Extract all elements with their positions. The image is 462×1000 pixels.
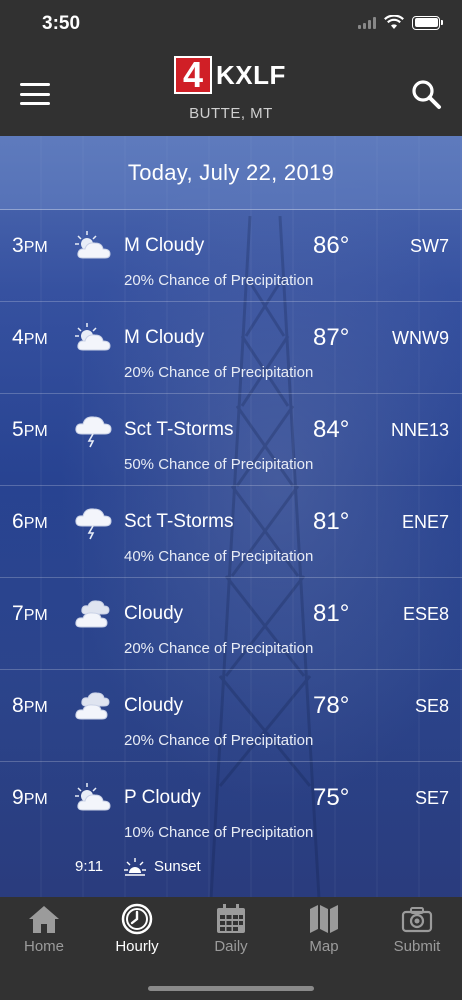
forecast-precipitation: 20% Chance of Precipitation	[124, 732, 314, 749]
tab-home[interactable]: Home	[0, 903, 90, 959]
forecast-time: 7PM	[12, 602, 48, 625]
location-label: BUTTE, MT	[189, 105, 273, 122]
sunset-icon	[124, 858, 146, 876]
tab-submit[interactable]: Submit	[371, 903, 462, 959]
cellular-signal-icon	[358, 16, 376, 29]
hamburger-menu-icon[interactable]	[20, 83, 50, 105]
forecast-wind: WNW9	[392, 328, 449, 348]
tab-map-label: Map	[309, 938, 339, 955]
forecast-time: 9PM	[12, 786, 48, 809]
map-icon	[310, 905, 338, 933]
forecast-temperature: 86°	[313, 232, 350, 259]
forecast-temperature: 75°	[313, 784, 350, 811]
forecast-row[interactable]: 5PM Sct T-Storms 84° NNE13 50% Chance of Pre…	[0, 394, 462, 486]
tab-home-label: Home	[23, 938, 64, 955]
partly-cloudy-icon	[73, 320, 113, 356]
forecast-row[interactable]: 9PM P Cloudy 75° SE7 10% Chance of Precipita…	[0, 762, 462, 897]
forecast-condition: Cloudy	[124, 695, 184, 716]
forecast-temperature: 84°	[313, 416, 350, 443]
thunderstorm-icon	[73, 412, 113, 448]
forecast-condition: Cloudy	[124, 603, 184, 624]
forecast-row[interactable]: 7PM Cloudy 81° ESE8 20% Chance of Precipitat…	[0, 578, 462, 670]
forecast-row[interactable]: 6PM Sct T-Storms 81° ENE7 40% Chance of Prec…	[0, 486, 462, 578]
status-icons	[358, 15, 443, 30]
forecast-time: 8PM	[12, 694, 48, 717]
tab-submit-label: Submit	[393, 938, 441, 955]
forecast-precipitation: 20% Chance of Precipitation	[124, 364, 314, 381]
sunset-time: 9:11	[75, 858, 104, 875]
thunderstorm-icon	[73, 504, 113, 540]
forecast-wind: ENE7	[401, 512, 449, 532]
clock-icon	[121, 903, 153, 935]
forecast-row[interactable]: 4PM M Cloudy 87° WNW9 20% Chance of Precipit…	[0, 302, 462, 394]
forecast-wind: SE7	[414, 788, 449, 808]
tab-daily-label: Daily	[214, 938, 248, 955]
tab-hourly-label: Hourly	[115, 938, 159, 955]
status-bar: 3:50	[0, 0, 462, 50]
forecast-wind: ESE8	[402, 604, 449, 624]
battery-icon	[412, 15, 443, 30]
status-time: 3:50	[42, 13, 81, 34]
forecast-time: 3PM	[12, 234, 48, 257]
calendar-icon	[217, 904, 245, 933]
forecast-wind: SW7	[409, 236, 449, 256]
tab-daily[interactable]: Daily	[185, 903, 277, 959]
forecast-condition: Sct T-Storms	[124, 419, 234, 440]
forecast-condition: M Cloudy	[124, 235, 205, 256]
forecast-condition: Sct T-Storms	[124, 511, 234, 532]
partly-cloudy-icon	[73, 228, 113, 264]
date-header: Today, July 22, 2019	[0, 136, 462, 210]
search-icon[interactable]	[410, 78, 442, 110]
forecast-time: 5PM	[12, 418, 48, 441]
station-logo: 4 KXLF	[174, 56, 286, 94]
camera-icon	[401, 907, 433, 933]
forecast-precipitation: 20% Chance of Precipitation	[124, 640, 314, 657]
forecast-wind: SE8	[414, 696, 449, 716]
cloudy-icon	[73, 596, 113, 632]
forecast-time: 4PM	[12, 326, 48, 349]
sunset-label: Sunset	[154, 858, 201, 875]
home-indicator[interactable]	[148, 986, 314, 991]
forecast-list: 3PM M Cloudy 86° SW7 20% Chance of Precipita…	[0, 210, 462, 897]
partly-cloudy-icon	[73, 780, 113, 816]
forecast-condition: P Cloudy	[124, 787, 201, 808]
forecast-temperature: 81°	[313, 600, 350, 627]
forecast-time: 6PM	[12, 510, 48, 533]
hourly-forecast-panel[interactable]: Today, July 22, 2019 3PM M Cloudy 86° SW7 20…	[0, 136, 462, 897]
forecast-precipitation: 10% Chance of Precipitation	[124, 824, 314, 841]
forecast-temperature: 87°	[313, 324, 350, 351]
logo-number: 4	[174, 56, 212, 94]
forecast-precipitation: 20% Chance of Precipitation	[124, 272, 314, 289]
forecast-temperature: 81°	[313, 508, 350, 535]
forecast-precipitation: 50% Chance of Precipitation	[124, 456, 314, 473]
forecast-precipitation: 40% Chance of Precipitation	[124, 548, 314, 565]
logo-text: KXLF	[216, 59, 286, 90]
wifi-icon	[384, 15, 404, 29]
forecast-wind: NNE13	[390, 420, 449, 440]
home-icon	[29, 906, 59, 933]
tab-map[interactable]: Map	[278, 903, 370, 959]
date-label: Today, July 22, 2019	[127, 159, 335, 185]
forecast-row[interactable]: 3PM M Cloudy 86° SW7 20% Chance of Precipita…	[0, 210, 462, 302]
forecast-row[interactable]: 8PM Cloudy 78° SE8 20% Chance of Precipitati…	[0, 670, 462, 762]
cloudy-icon	[73, 688, 113, 724]
forecast-condition: M Cloudy	[124, 327, 205, 348]
tab-hourly[interactable]: Hourly	[91, 903, 183, 959]
app-header: 4 KXLF BUTTE, MT	[0, 50, 462, 136]
bottom-tab-bar: Home Hourly Daily Map Submit	[0, 897, 462, 1000]
forecast-temperature: 78°	[313, 692, 350, 719]
